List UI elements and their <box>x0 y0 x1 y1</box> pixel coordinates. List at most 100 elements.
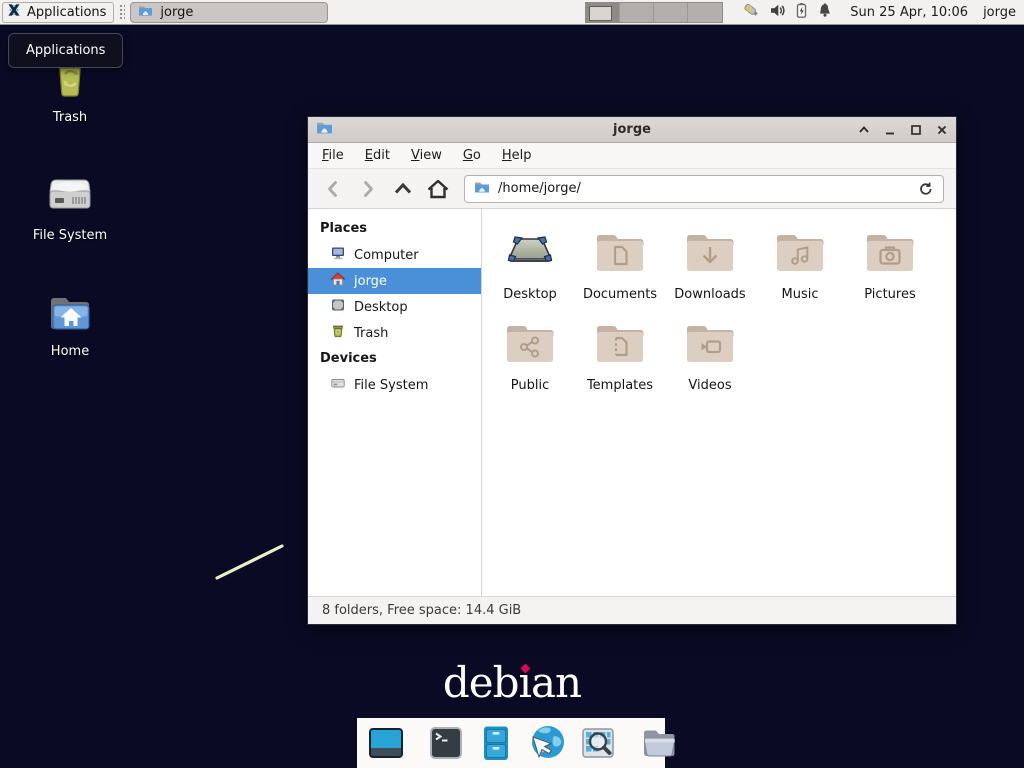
file-tile-label: Pictures <box>864 287 915 302</box>
file-tile-label: Downloads <box>674 287 745 302</box>
file-tile-desktop[interactable]: Desktop <box>485 219 575 310</box>
sidebar: Places Computer <box>308 209 482 596</box>
workspace-switcher <box>585 2 723 23</box>
file-view[interactable]: Desktop Documents <box>482 209 956 596</box>
desktop-icon-home[interactable]: Home <box>25 292 115 359</box>
file-tile-documents[interactable]: Documents <box>575 219 665 310</box>
path-bar[interactable]: /home/jorge/ <box>464 175 944 203</box>
public-folder-icon <box>502 320 558 370</box>
desktop-icon-label: Trash <box>53 110 87 125</box>
drive-mini-icon <box>330 375 346 395</box>
templates-folder-icon <box>592 320 648 370</box>
workspace-3[interactable] <box>654 3 688 22</box>
titlebar[interactable]: jorge <box>308 117 956 143</box>
dock <box>357 718 665 768</box>
sidebar-item-computer[interactable]: Computer <box>308 242 481 268</box>
sidebar-devices-header: Devices <box>308 346 481 372</box>
app-finder-icon[interactable] <box>578 723 618 763</box>
status-text: 8 folders, Free space: 14.4 GiB <box>322 603 521 618</box>
sidebar-item-file-system[interactable]: File System <box>308 372 481 398</box>
menu-file[interactable]: File <box>322 148 344 163</box>
sidebar-item-label: File System <box>354 378 428 393</box>
web-browser-icon[interactable] <box>526 723 568 763</box>
menu-view[interactable]: View <box>411 148 442 163</box>
file-tile-label: Documents <box>583 287 657 302</box>
refresh-icon[interactable] <box>918 181 934 197</box>
tool-icon[interactable] <box>742 1 760 23</box>
path-folder-icon <box>474 180 490 198</box>
back-icon[interactable] <box>320 176 346 202</box>
desktop-icon-file-system[interactable]: File System <box>25 174 115 243</box>
show-desktop-icon[interactable] <box>366 723 406 763</box>
path-text[interactable]: /home/jorge/ <box>498 181 581 196</box>
applications-menu-label: Applications <box>27 5 106 20</box>
file-tile-public[interactable]: Public <box>485 310 575 401</box>
volume-icon[interactable] <box>769 2 786 23</box>
statusbar: 8 folders, Free space: 14.4 GiB <box>308 596 956 624</box>
bell-icon[interactable] <box>817 2 833 22</box>
house-icon <box>330 271 346 291</box>
documents-folder-icon <box>592 229 648 279</box>
close-icon[interactable] <box>935 123 948 136</box>
menu-help[interactable]: Help <box>502 148 532 163</box>
taskbar-window-label: jorge <box>160 5 193 20</box>
file-tile-downloads[interactable]: Downloads <box>665 219 755 310</box>
file-tile-label: Music <box>782 287 819 302</box>
file-cabinet-icon[interactable] <box>476 723 516 763</box>
trash-mini-icon <box>330 323 346 343</box>
computer-icon <box>330 245 346 265</box>
sidebar-item-desktop[interactable]: Desktop <box>308 294 481 320</box>
sidebar-places-header: Places <box>308 216 481 242</box>
desktop-mini-icon <box>330 297 346 317</box>
file-tile-videos[interactable]: Videos <box>665 310 755 401</box>
workspace-1[interactable] <box>586 3 620 22</box>
menubar: File Edit View Go Help <box>308 143 956 169</box>
file-tile-label: Desktop <box>503 287 557 302</box>
shade-icon[interactable] <box>857 123 870 136</box>
up-icon[interactable] <box>390 176 416 202</box>
sidebar-item-trash[interactable]: Trash <box>308 320 481 346</box>
file-tile-music[interactable]: Music <box>755 219 845 310</box>
xfce-applications-icon <box>6 2 22 22</box>
applications-tooltip: Applications <box>8 33 123 68</box>
file-tile-templates[interactable]: Templates <box>575 310 665 401</box>
downloads-folder-icon <box>682 229 738 279</box>
file-tile-label: Public <box>511 378 549 393</box>
desktop-icon-label: Home <box>51 344 89 359</box>
folder-icon <box>138 4 153 21</box>
applications-menu-button[interactable]: Applications <box>2 2 114 23</box>
sidebar-item-label: Computer <box>354 248 419 263</box>
sidebar-item-jorge[interactable]: jorge <box>308 268 481 294</box>
debian-wordmark: debıan <box>443 658 581 707</box>
terminal-icon[interactable] <box>426 723 466 763</box>
taskbar-window-button[interactable]: jorge <box>130 2 328 23</box>
panel-clock[interactable]: Sun 25 Apr, 10:06 <box>850 5 968 20</box>
menu-go[interactable]: Go <box>463 148 481 163</box>
stray-stroke <box>211 540 289 588</box>
battery-icon[interactable] <box>795 2 808 23</box>
workspace-4[interactable] <box>688 3 722 22</box>
desktop-folder-icon <box>502 229 558 279</box>
panel-username[interactable]: jorge <box>983 5 1016 20</box>
panel-drag-handle[interactable] <box>119 4 125 20</box>
workspace-2[interactable] <box>620 3 654 22</box>
folder-icon[interactable] <box>638 723 680 763</box>
forward-icon[interactable] <box>355 176 381 202</box>
debian-text: an <box>531 658 581 707</box>
toolbar: /home/jorge/ <box>308 169 956 209</box>
system-tray <box>742 1 833 23</box>
music-folder-icon <box>772 229 828 279</box>
minimize-icon[interactable] <box>883 123 896 136</box>
file-tile-label: Templates <box>587 378 653 393</box>
home-icon[interactable] <box>425 176 451 202</box>
maximize-icon[interactable] <box>909 123 922 136</box>
pictures-folder-icon <box>862 229 918 279</box>
desktop-icon-label: File System <box>33 228 107 243</box>
debian-text: deb <box>443 658 519 707</box>
hard-drive-icon <box>46 174 94 222</box>
sidebar-item-label: Desktop <box>354 300 408 315</box>
sidebar-item-label: Trash <box>354 326 388 341</box>
menu-edit[interactable]: Edit <box>365 148 390 163</box>
file-tile-pictures[interactable]: Pictures <box>845 219 935 310</box>
file-tile-label: Videos <box>688 378 731 393</box>
